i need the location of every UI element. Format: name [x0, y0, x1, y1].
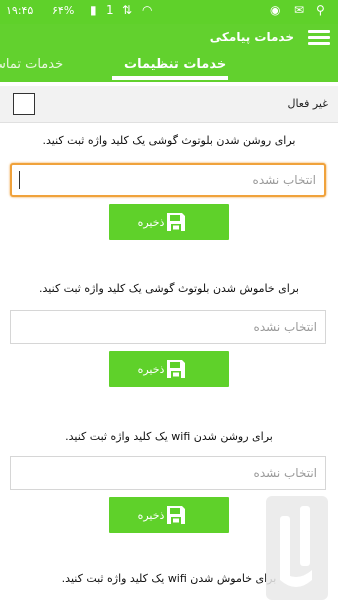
wifi-icon: ◠ — [142, 3, 153, 17]
notification-icon: ✉ — [294, 3, 305, 17]
wifi-on-keyword-input[interactable] — [10, 456, 326, 490]
inactive-checkbox[interactable] — [13, 93, 35, 115]
inactive-label: غیر فعال — [287, 97, 328, 110]
bluetooth-on-save-button[interactable]: ذخیره — [109, 204, 229, 240]
browser-icon: ◉ — [270, 3, 281, 17]
tab-call-services[interactable]: خدمات تماس — [0, 57, 63, 72]
inactive-row: غیر فعال — [0, 86, 338, 123]
text-cursor — [19, 171, 20, 189]
sim-icon: 1 — [106, 3, 114, 17]
save-label: ذخیره — [137, 362, 165, 376]
signal-icon: ▮ — [90, 3, 97, 17]
menu-icon[interactable] — [308, 30, 330, 46]
bluetooth-off-keyword-input[interactable] — [10, 310, 326, 344]
save-label: ذخیره — [137, 508, 165, 522]
status-bar: ۱۹:۴۵ ۶۴% ▮ 1 ⇅ ◠ ◉ ✉ ⚲ — [0, 0, 338, 24]
tab-settings-services[interactable]: خدمات تنظیمات — [124, 57, 226, 72]
app-title: خدمات پیامکی — [209, 30, 294, 44]
wifi-on-save-button[interactable]: ذخیره — [109, 497, 229, 533]
bluetooth-off-save-button[interactable]: ذخیره — [109, 351, 229, 387]
floppy-disk-icon — [167, 360, 186, 378]
app-bar: خدمات پیامکی — [0, 24, 338, 52]
app-logo-watermark — [266, 496, 328, 600]
status-time: ۱۹:۴۵ — [6, 4, 34, 17]
floppy-disk-icon — [167, 506, 186, 524]
save-label: ذخیره — [137, 215, 165, 229]
bluetooth-off-instruction: برای خاموش شدن بلوتوث گوشی یک کلید واژه … — [39, 282, 299, 295]
battery-level: ۶۴% — [52, 4, 75, 17]
wifi-on-instruction: برای روشن شدن wifi یک کلید واژه ثبت کنید… — [65, 430, 273, 443]
bluetooth-on-instruction: برای روشن شدن بلوتوث گوشی یک کلید واژه ث… — [42, 134, 296, 147]
bluetooth-on-keyword-input[interactable] — [10, 163, 326, 197]
active-tab-indicator — [112, 76, 228, 80]
usb-icon: ⚲ — [316, 3, 325, 17]
floppy-disk-icon — [167, 213, 186, 231]
network-icon: ⇅ — [122, 3, 133, 17]
